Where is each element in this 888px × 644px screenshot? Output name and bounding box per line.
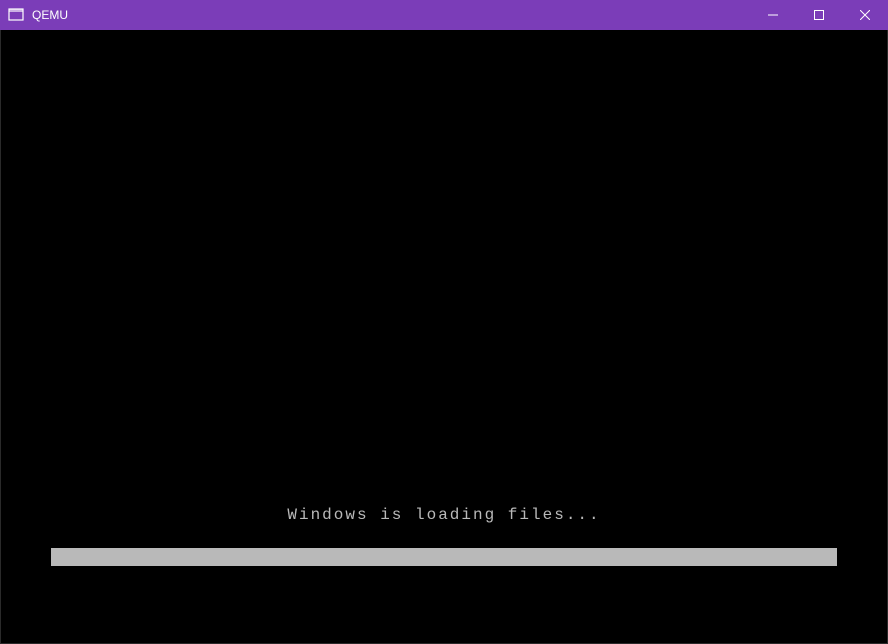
maximize-button[interactable] bbox=[796, 0, 842, 30]
vm-display: Windows is loading files... bbox=[0, 30, 888, 644]
progress-bar-fill bbox=[51, 548, 837, 566]
titlebar-left: QEMU bbox=[0, 7, 68, 23]
loading-message: Windows is loading files... bbox=[1, 506, 887, 524]
window-titlebar[interactable]: QEMU bbox=[0, 0, 888, 30]
close-button[interactable] bbox=[842, 0, 888, 30]
app-icon bbox=[8, 7, 24, 23]
progress-bar bbox=[51, 548, 837, 566]
window-title: QEMU bbox=[32, 8, 68, 22]
minimize-button[interactable] bbox=[750, 0, 796, 30]
window-controls bbox=[750, 0, 888, 30]
